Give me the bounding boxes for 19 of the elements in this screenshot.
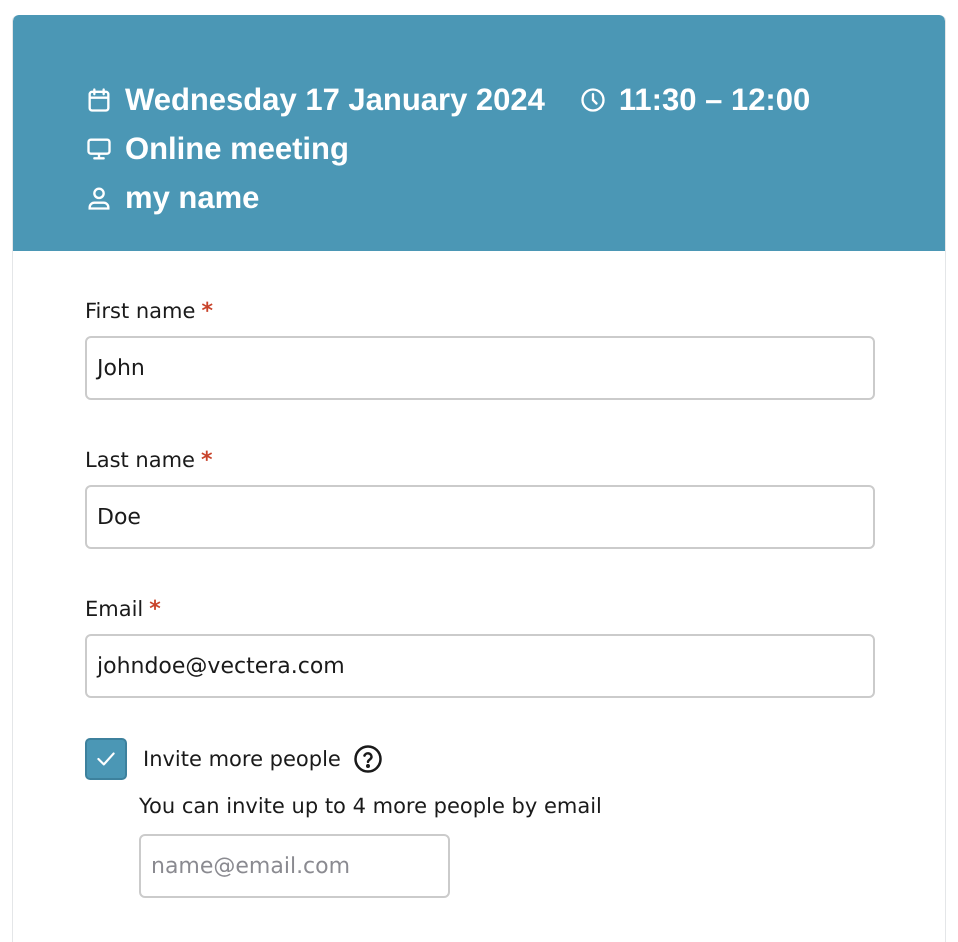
hint-text: You can invite up to 4 more people by email [139, 794, 603, 818]
input-field[interactable]: johndoe@vectera.com [85, 634, 875, 698]
help-icon[interactable] [352, 744, 383, 774]
required-mark: * [149, 597, 161, 622]
input-field[interactable]: Doe [85, 485, 875, 549]
header-text: 11:30 – 12:00 [618, 82, 810, 118]
field-label: First name [85, 299, 196, 323]
input-field[interactable]: John [85, 336, 875, 400]
header-text: my name [125, 180, 260, 216]
header-text: Wednesday 17 January 2024 [125, 82, 545, 118]
field-label: Last name [85, 448, 195, 472]
email-input-field[interactable]: name@email.com [139, 834, 450, 898]
checkbox-label: Invite more people [143, 747, 341, 771]
required-mark: * [200, 448, 212, 473]
required-mark: * [201, 299, 213, 324]
field-label: Email [85, 597, 144, 621]
header-text: Online meeting [125, 130, 349, 166]
clock-icon [578, 86, 607, 114]
checkbox[interactable] [85, 738, 127, 780]
